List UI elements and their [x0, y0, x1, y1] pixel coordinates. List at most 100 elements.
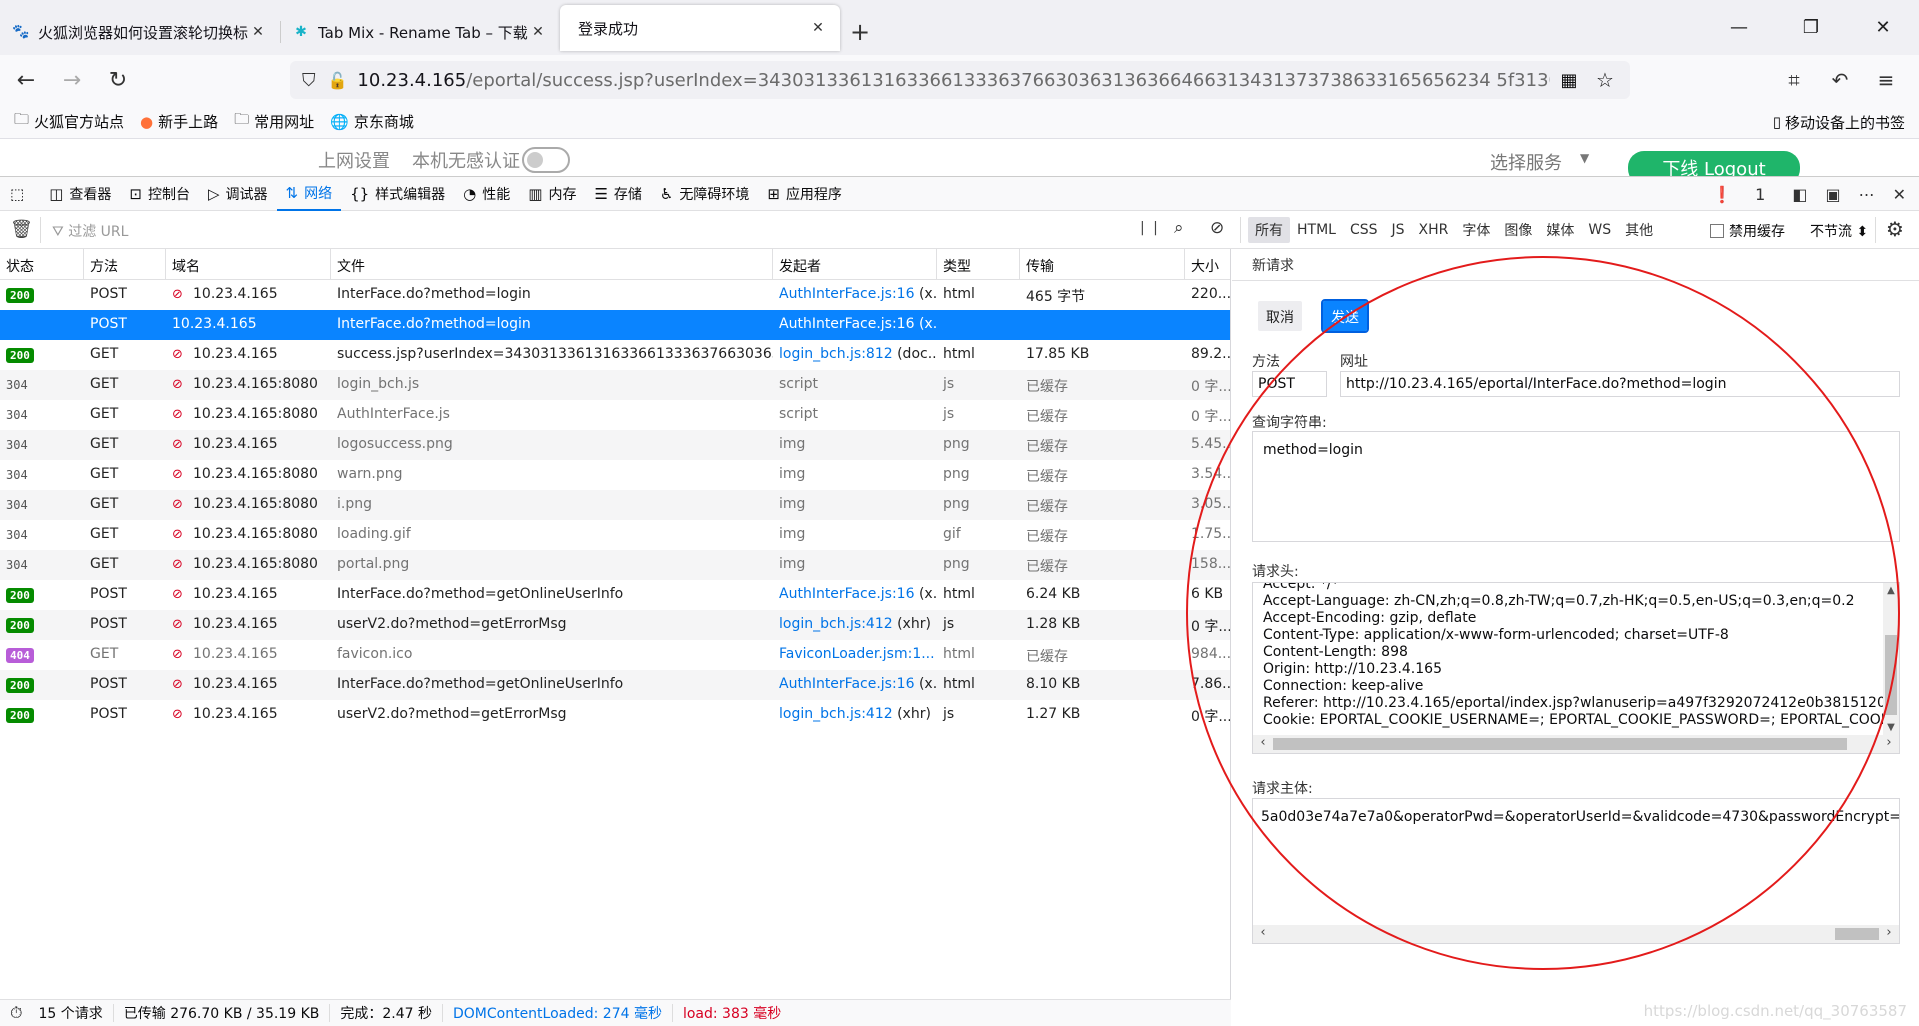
send-button[interactable]: 发送 — [1321, 299, 1369, 333]
select-service-label[interactable]: 选择服务 — [1490, 149, 1562, 175]
back-button[interactable]: ← — [6, 62, 46, 98]
cancel-button[interactable]: 取消 — [1258, 301, 1302, 331]
table-row[interactable]: 200 POST ⊘ 10.23.4.165 InterFace.do?method=g… — [0, 580, 1230, 610]
tab-seamless-auth[interactable]: 本机无感认证 — [412, 147, 520, 173]
split-console-icon[interactable]: ◧ — [1783, 177, 1816, 211]
bookmark-firefox-official[interactable]: 🗀 火狐官方站点 — [14, 109, 124, 134]
bookmark-getting-started[interactable]: ● 新手上路 — [140, 111, 218, 132]
close-icon[interactable]: ✕ — [248, 24, 268, 40]
gear-icon[interactable]: ⚙ — [1886, 217, 1904, 241]
close-window-icon[interactable]: ✕ — [1847, 0, 1919, 55]
table-row[interactable]: 304 GET ⊘ 10.23.4.165:8080 portal.png img png 已… — [0, 550, 1230, 580]
table-row[interactable]: 200 POST ⊘ 10.23.4.165 InterFace.do?method=l… — [0, 280, 1230, 310]
bookmark-common-sites[interactable]: 🗀 常用网址 — [234, 109, 314, 134]
horizontal-scrollbar[interactable]: ‹ › — [1253, 925, 1899, 943]
seamless-auth-toggle[interactable] — [522, 147, 570, 173]
header-transfer[interactable]: 传输 — [1020, 249, 1185, 280]
scroll-down-icon[interactable]: ▼ — [1883, 722, 1899, 733]
table-row[interactable]: 200 GET ⊘ 10.23.4.165 success.jsp?userIndex=… — [0, 340, 1230, 370]
tool-network[interactable]: ⇅ 网络 — [276, 177, 342, 211]
scroll-right-icon[interactable]: › — [1881, 925, 1897, 940]
element-picker-icon[interactable]: ⬚ — [0, 177, 40, 211]
error-count[interactable]: ❗ 1 — [1694, 177, 1783, 211]
table-row[interactable]: 404 GET ⊘ 10.23.4.165 favicon.ico FaviconLoad… — [0, 640, 1230, 670]
pause-icon[interactable]: | | — [1140, 220, 1160, 236]
table-row[interactable]: 304 GET ⊘ 10.23.4.165:8080 i.png img png 已缓存 3.0… — [0, 490, 1230, 520]
restore-icon[interactable]: ❐ — [1775, 0, 1847, 55]
menu-icon[interactable]: ≡ — [1863, 61, 1909, 99]
header-type[interactable]: 类型 — [937, 249, 1020, 280]
mobile-bookmarks[interactable]: ▯ 移动设备上的书签 — [1773, 105, 1905, 139]
request-body-textarea[interactable]: 5a0d03e74a7e7a0&operatorPwd=&operatorUse… — [1252, 798, 1900, 944]
dock-icon[interactable]: ▣ — [1816, 177, 1849, 211]
filter-fonts[interactable]: 字体 — [1455, 217, 1497, 243]
horizontal-scrollbar[interactable]: ‹ › — [1253, 735, 1899, 753]
initiator-link[interactable]: login_bch.js:412 — [779, 706, 893, 722]
initiator-link[interactable]: AuthInterFace.js:16 — [779, 316, 915, 332]
tool-memory[interactable]: ▥ 内存 — [519, 177, 585, 211]
bookmark-jd[interactable]: 🌐 京东商城 — [330, 111, 414, 132]
table-row[interactable]: 200 POST ⊘ 10.23.4.165 userV2.do?method=getE… — [0, 700, 1230, 730]
more-icon[interactable]: ⋯ — [1850, 177, 1884, 211]
search-icon[interactable]: ⌕ — [1174, 218, 1184, 238]
table-row[interactable]: 304 GET ⊘ 10.23.4.165:8080 AuthInterFace.js s… — [0, 400, 1230, 430]
trash-icon[interactable]: 🗑 — [10, 219, 33, 240]
tab-baidu[interactable]: 🐾 火狐浏览器如何设置滚轮切换标 ✕ — [0, 9, 280, 55]
checkbox[interactable] — [1710, 224, 1724, 238]
filter-images[interactable]: 图像 — [1497, 217, 1539, 243]
tab-tabmix[interactable]: ✱ Tab Mix - Rename Tab – 下载 ✕ — [280, 9, 560, 55]
scroll-thumb[interactable] — [1835, 928, 1879, 940]
bookmark-star-icon[interactable]: ☆ — [1592, 68, 1618, 92]
filter-ws[interactable]: WS — [1581, 217, 1618, 243]
header-domain[interactable]: 域名 — [166, 249, 331, 280]
filter-media[interactable]: 媒体 — [1539, 217, 1581, 243]
filter-url-input[interactable]: ⛛ 过滤 URL — [52, 221, 128, 241]
block-icon[interactable]: ⊘ — [1210, 218, 1224, 238]
table-row[interactable]: 304 GET ⊘ 10.23.4.165 logosuccess.png img png 已… — [0, 430, 1230, 460]
tab-login-success[interactable]: 登录成功 ✕ — [560, 5, 840, 51]
scroll-thumb[interactable] — [1885, 635, 1897, 715]
initiator-link[interactable]: AuthInterFace.js:16 — [779, 586, 915, 602]
tool-accessibility[interactable]: ♿ 无障碍环境 — [651, 177, 758, 211]
scroll-up-icon[interactable]: ▲ — [1883, 585, 1899, 596]
scroll-left-icon[interactable]: ‹ — [1255, 925, 1271, 940]
query-string-textarea[interactable]: method=login — [1252, 431, 1900, 542]
table-row[interactable]: 304 GET ⊘ 10.23.4.165:8080 loading.gif img gif… — [0, 520, 1230, 550]
dropdown-arrow-icon[interactable]: ▼ — [1580, 151, 1589, 165]
filter-other[interactable]: 其他 — [1618, 217, 1660, 243]
header-size[interactable]: 大小 — [1185, 249, 1230, 280]
reload-button[interactable]: ↻ — [98, 62, 138, 98]
header-file[interactable]: 文件 — [331, 249, 773, 280]
header-method[interactable]: 方法 — [84, 249, 166, 280]
header-initiator[interactable]: 发起者 — [773, 249, 937, 280]
tool-debugger[interactable]: ▷ 调试器 — [199, 177, 277, 211]
scroll-right-icon[interactable]: › — [1881, 735, 1897, 750]
filter-js[interactable]: JS — [1385, 217, 1412, 243]
minimize-icon[interactable]: — — [1703, 0, 1775, 55]
table-row[interactable]: 200 POST ⊘ 10.23.4.165 userV2.do?method=getE… — [0, 610, 1230, 640]
tool-console[interactable]: ⊡ 控制台 — [120, 177, 199, 211]
throttle-select[interactable]: 不节流 ⬍ — [1810, 221, 1868, 241]
initiator-link[interactable]: login_bch.js:812 — [779, 346, 893, 362]
url-field[interactable]: http://10.23.4.165/eportal/InterFace.do?… — [1340, 371, 1900, 397]
initiator-link[interactable]: AuthInterFace.js:16 — [779, 286, 915, 302]
qr-code-icon[interactable]: ▦ — [1556, 70, 1582, 91]
table-row[interactable]: POST 10.23.4.165 InterFace.do?method=login… — [0, 310, 1230, 340]
table-row[interactable]: 304 GET ⊘ 10.23.4.165:8080 warn.png img png 已缓存… — [0, 460, 1230, 490]
initiator-link[interactable]: FaviconLoader.jsm:1... — [779, 646, 935, 662]
new-tab-button[interactable]: + — [840, 9, 880, 55]
filter-html[interactable]: HTML — [1290, 217, 1343, 243]
request-headers-textarea[interactable]: Accept: */* Accept-Language: zh-CN,zh;q=0… — [1252, 582, 1900, 754]
filter-css[interactable]: CSS — [1343, 217, 1385, 243]
filter-all[interactable]: 所有 — [1248, 217, 1290, 243]
screenshot-icon[interactable]: ⌗ — [1771, 61, 1817, 99]
table-row[interactable]: 200 POST ⊘ 10.23.4.165 InterFace.do?method=g… — [0, 670, 1230, 700]
undo-close-icon[interactable]: ↶ — [1817, 61, 1863, 99]
url-text[interactable]: 10.23.4.165/eportal/success.jsp?userInde… — [357, 70, 1550, 91]
tab-network-settings[interactable]: 上网设置 — [318, 147, 390, 173]
scroll-left-icon[interactable]: ‹ — [1255, 735, 1271, 750]
forward-button[interactable]: → — [52, 62, 92, 98]
tool-inspector[interactable]: ◫ 查看器 — [40, 177, 120, 211]
logout-button[interactable]: 下线 Logout — [1628, 151, 1800, 176]
close-icon[interactable]: ✕ — [808, 20, 828, 36]
